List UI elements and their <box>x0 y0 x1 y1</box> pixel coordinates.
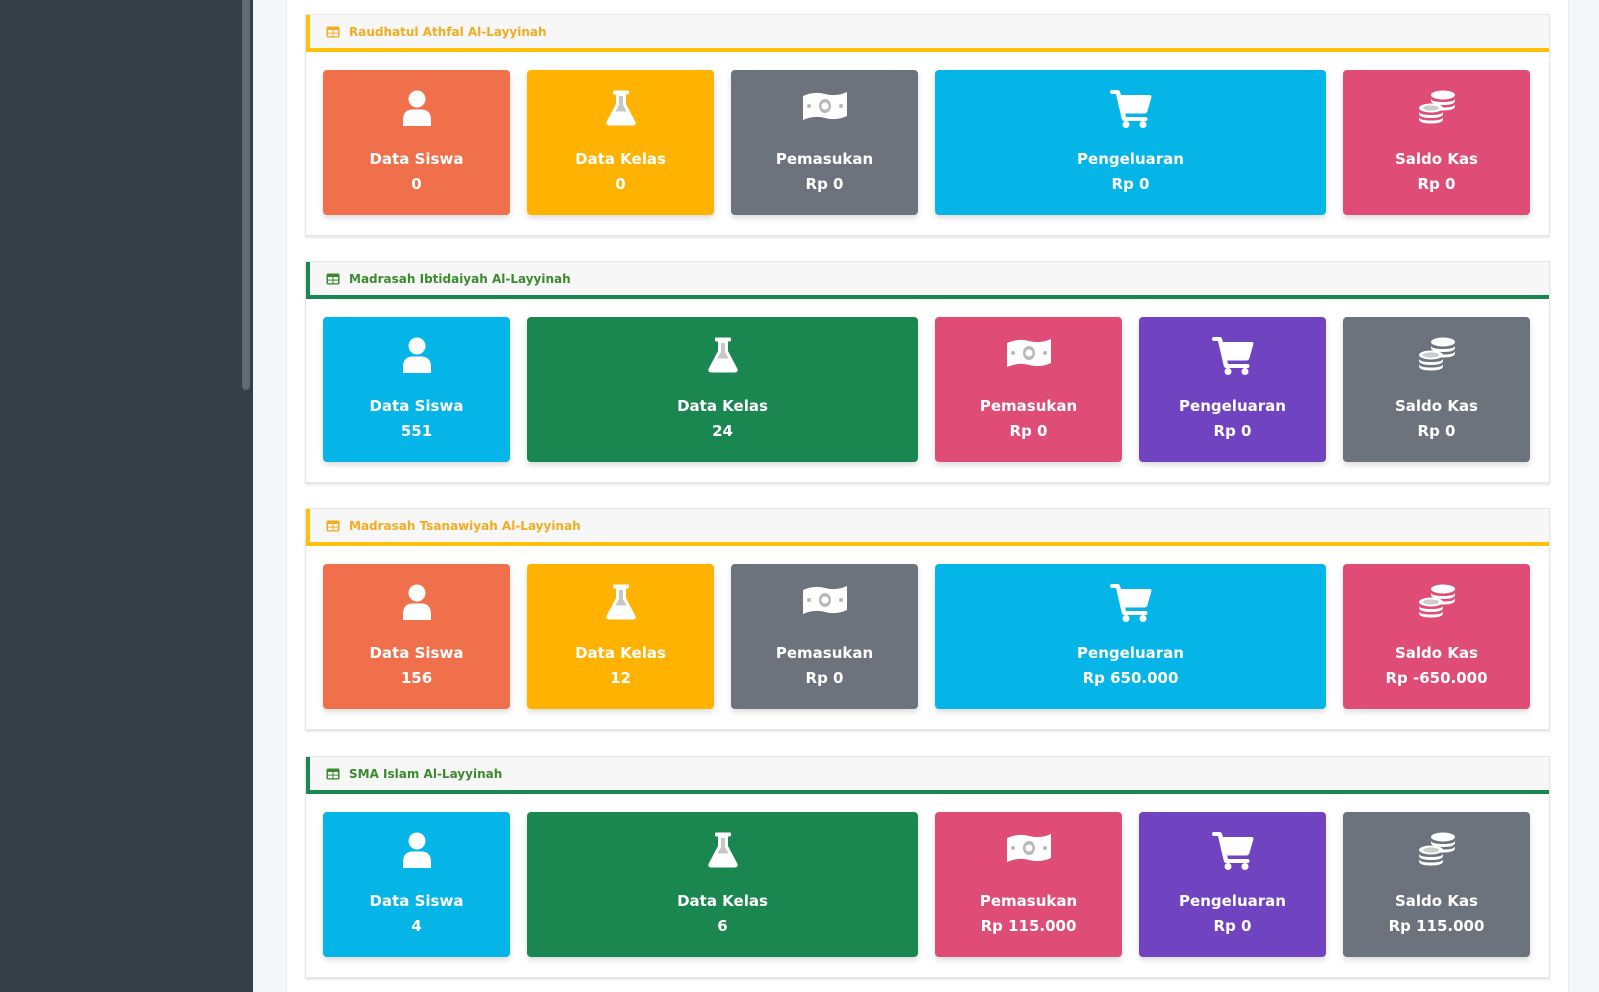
tile-value: Rp 0 <box>1213 422 1252 440</box>
tile-label: Data Kelas <box>677 892 768 910</box>
tile-label: Pemasukan <box>979 892 1078 910</box>
tile-value: Rp 0 <box>1111 175 1150 193</box>
panel-madrasah-tsanawiyah: Madrasah Tsanawiyah Al-Layyinah Data Sis… <box>305 508 1550 730</box>
tile-value: 24 <box>712 422 733 440</box>
tile-pemasukan[interactable]: Pemasukan Rp 0 <box>935 317 1122 462</box>
flask-icon <box>605 90 637 126</box>
tile-label: Pengeluaran <box>1179 892 1286 910</box>
flask-icon <box>707 337 739 373</box>
tile-label: Pengeluaran <box>1077 150 1184 168</box>
cart-icon <box>1110 90 1152 128</box>
money-icon <box>1006 337 1052 369</box>
coins-icon <box>1417 584 1457 620</box>
tile-data-siswa[interactable]: Data Siswa 156 <box>323 564 510 709</box>
tile-value: Rp 650.000 <box>1082 669 1179 687</box>
cart-icon <box>1212 832 1254 870</box>
panel-title: Raudhatul Athfal Al-Layyinah <box>349 24 547 39</box>
tile-data-siswa[interactable]: Data Siswa 551 <box>323 317 510 462</box>
tile-data-kelas[interactable]: Data Kelas 24 <box>527 317 918 462</box>
tile-value: 6 <box>717 917 728 935</box>
tile-data-siswa[interactable]: Data Siswa 4 <box>323 812 510 957</box>
tile-label: Pengeluaran <box>1077 644 1184 662</box>
tile-label: Saldo Kas <box>1394 397 1478 415</box>
panel-title: SMA Islam Al-Layyinah <box>349 766 503 781</box>
coins-icon <box>1417 337 1457 373</box>
tile-value: 0 <box>411 175 422 193</box>
flask-icon <box>605 584 637 620</box>
tile-pengeluaran[interactable]: Pengeluaran Rp 0 <box>1139 317 1326 462</box>
cart-icon <box>1212 337 1254 375</box>
tile-saldo-kas[interactable]: Saldo Kas Rp 115.000 <box>1343 812 1530 957</box>
tile-label: Data Siswa <box>369 397 464 415</box>
tile-label: Saldo Kas <box>1394 150 1478 168</box>
money-icon <box>1006 832 1052 864</box>
tile-value: 4 <box>411 917 422 935</box>
tile-label: Pemasukan <box>979 397 1078 415</box>
tile-data-kelas[interactable]: Data Kelas 12 <box>527 564 714 709</box>
tile-pengeluaran[interactable]: Pengeluaran Rp 0 <box>935 70 1326 215</box>
tile-pengeluaran[interactable]: Pengeluaran Rp 0 <box>1139 812 1326 957</box>
tile-value: 0 <box>615 175 626 193</box>
coins-icon <box>1417 832 1457 868</box>
panel-raudhatul-athfal: Raudhatul Athfal Al-Layyinah Data Siswa … <box>305 14 1550 236</box>
tile-label: Data Kelas <box>677 397 768 415</box>
tile-pemasukan[interactable]: Pemasukan Rp 115.000 <box>935 812 1122 957</box>
tile-saldo-kas[interactable]: Saldo Kas Rp 0 <box>1343 317 1530 462</box>
tile-value: Rp 0 <box>1213 917 1252 935</box>
tile-value: Rp 0 <box>805 175 844 193</box>
tile-value: Rp 115.000 <box>1388 917 1485 935</box>
tile-label: Data Kelas <box>575 644 666 662</box>
user-icon <box>401 832 433 868</box>
tile-value: Rp 0 <box>805 669 844 687</box>
tile-label: Pengeluaran <box>1179 397 1286 415</box>
tile-value: 12 <box>610 669 631 687</box>
tile-label: Pemasukan <box>775 644 874 662</box>
panel-madrasah-ibtidaiyah: Madrasah Ibtidaiyah Al-Layyinah Data Sis… <box>305 261 1550 483</box>
user-icon <box>401 584 433 620</box>
tile-saldo-kas[interactable]: Saldo Kas Rp -650.000 <box>1343 564 1530 709</box>
tile-pemasukan[interactable]: Pemasukan Rp 0 <box>731 564 918 709</box>
tile-label: Data Siswa <box>369 150 464 168</box>
panel-header: Madrasah Ibtidaiyah Al-Layyinah <box>306 262 1549 299</box>
panel-sma-islam: SMA Islam Al-Layyinah Data Siswa 4 Data … <box>305 756 1550 978</box>
tile-value: Rp 115.000 <box>980 917 1077 935</box>
sidebar-scrollbar[interactable] <box>242 0 250 390</box>
flask-icon <box>707 832 739 868</box>
tile-pengeluaran[interactable]: Pengeluaran Rp 650.000 <box>935 564 1326 709</box>
table-icon <box>326 768 340 780</box>
tile-data-kelas[interactable]: Data Kelas 0 <box>527 70 714 215</box>
table-icon <box>326 520 340 532</box>
table-icon <box>326 26 340 38</box>
panel-header: Madrasah Tsanawiyah Al-Layyinah <box>306 509 1549 546</box>
user-icon <box>401 90 433 126</box>
tile-pemasukan[interactable]: Pemasukan Rp 0 <box>731 70 918 215</box>
tile-label: Pemasukan <box>775 150 874 168</box>
panel-header: SMA Islam Al-Layyinah <box>306 757 1549 794</box>
tile-value: Rp -650.000 <box>1385 669 1488 687</box>
user-icon <box>401 337 433 373</box>
tile-value: Rp 0 <box>1417 175 1456 193</box>
coins-icon <box>1417 90 1457 126</box>
table-icon <box>326 273 340 285</box>
cart-icon <box>1110 584 1152 622</box>
tile-data-kelas[interactable]: Data Kelas 6 <box>527 812 918 957</box>
tile-data-siswa[interactable]: Data Siswa 0 <box>323 70 510 215</box>
tile-label: Data Siswa <box>369 892 464 910</box>
tile-value: 551 <box>400 422 433 440</box>
tile-label: Saldo Kas <box>1394 892 1478 910</box>
money-icon <box>802 584 848 616</box>
panel-title: Madrasah Tsanawiyah Al-Layyinah <box>349 518 581 533</box>
tile-label: Saldo Kas <box>1394 644 1478 662</box>
tile-value: Rp 0 <box>1417 422 1456 440</box>
tile-label: Data Siswa <box>369 644 464 662</box>
tile-value: Rp 0 <box>1009 422 1048 440</box>
money-icon <box>802 90 848 122</box>
sidebar <box>0 0 253 992</box>
panel-title: Madrasah Ibtidaiyah Al-Layyinah <box>349 271 571 286</box>
panel-header: Raudhatul Athfal Al-Layyinah <box>306 15 1549 52</box>
tile-value: 156 <box>400 669 433 687</box>
tile-saldo-kas[interactable]: Saldo Kas Rp 0 <box>1343 70 1530 215</box>
tile-label: Data Kelas <box>575 150 666 168</box>
